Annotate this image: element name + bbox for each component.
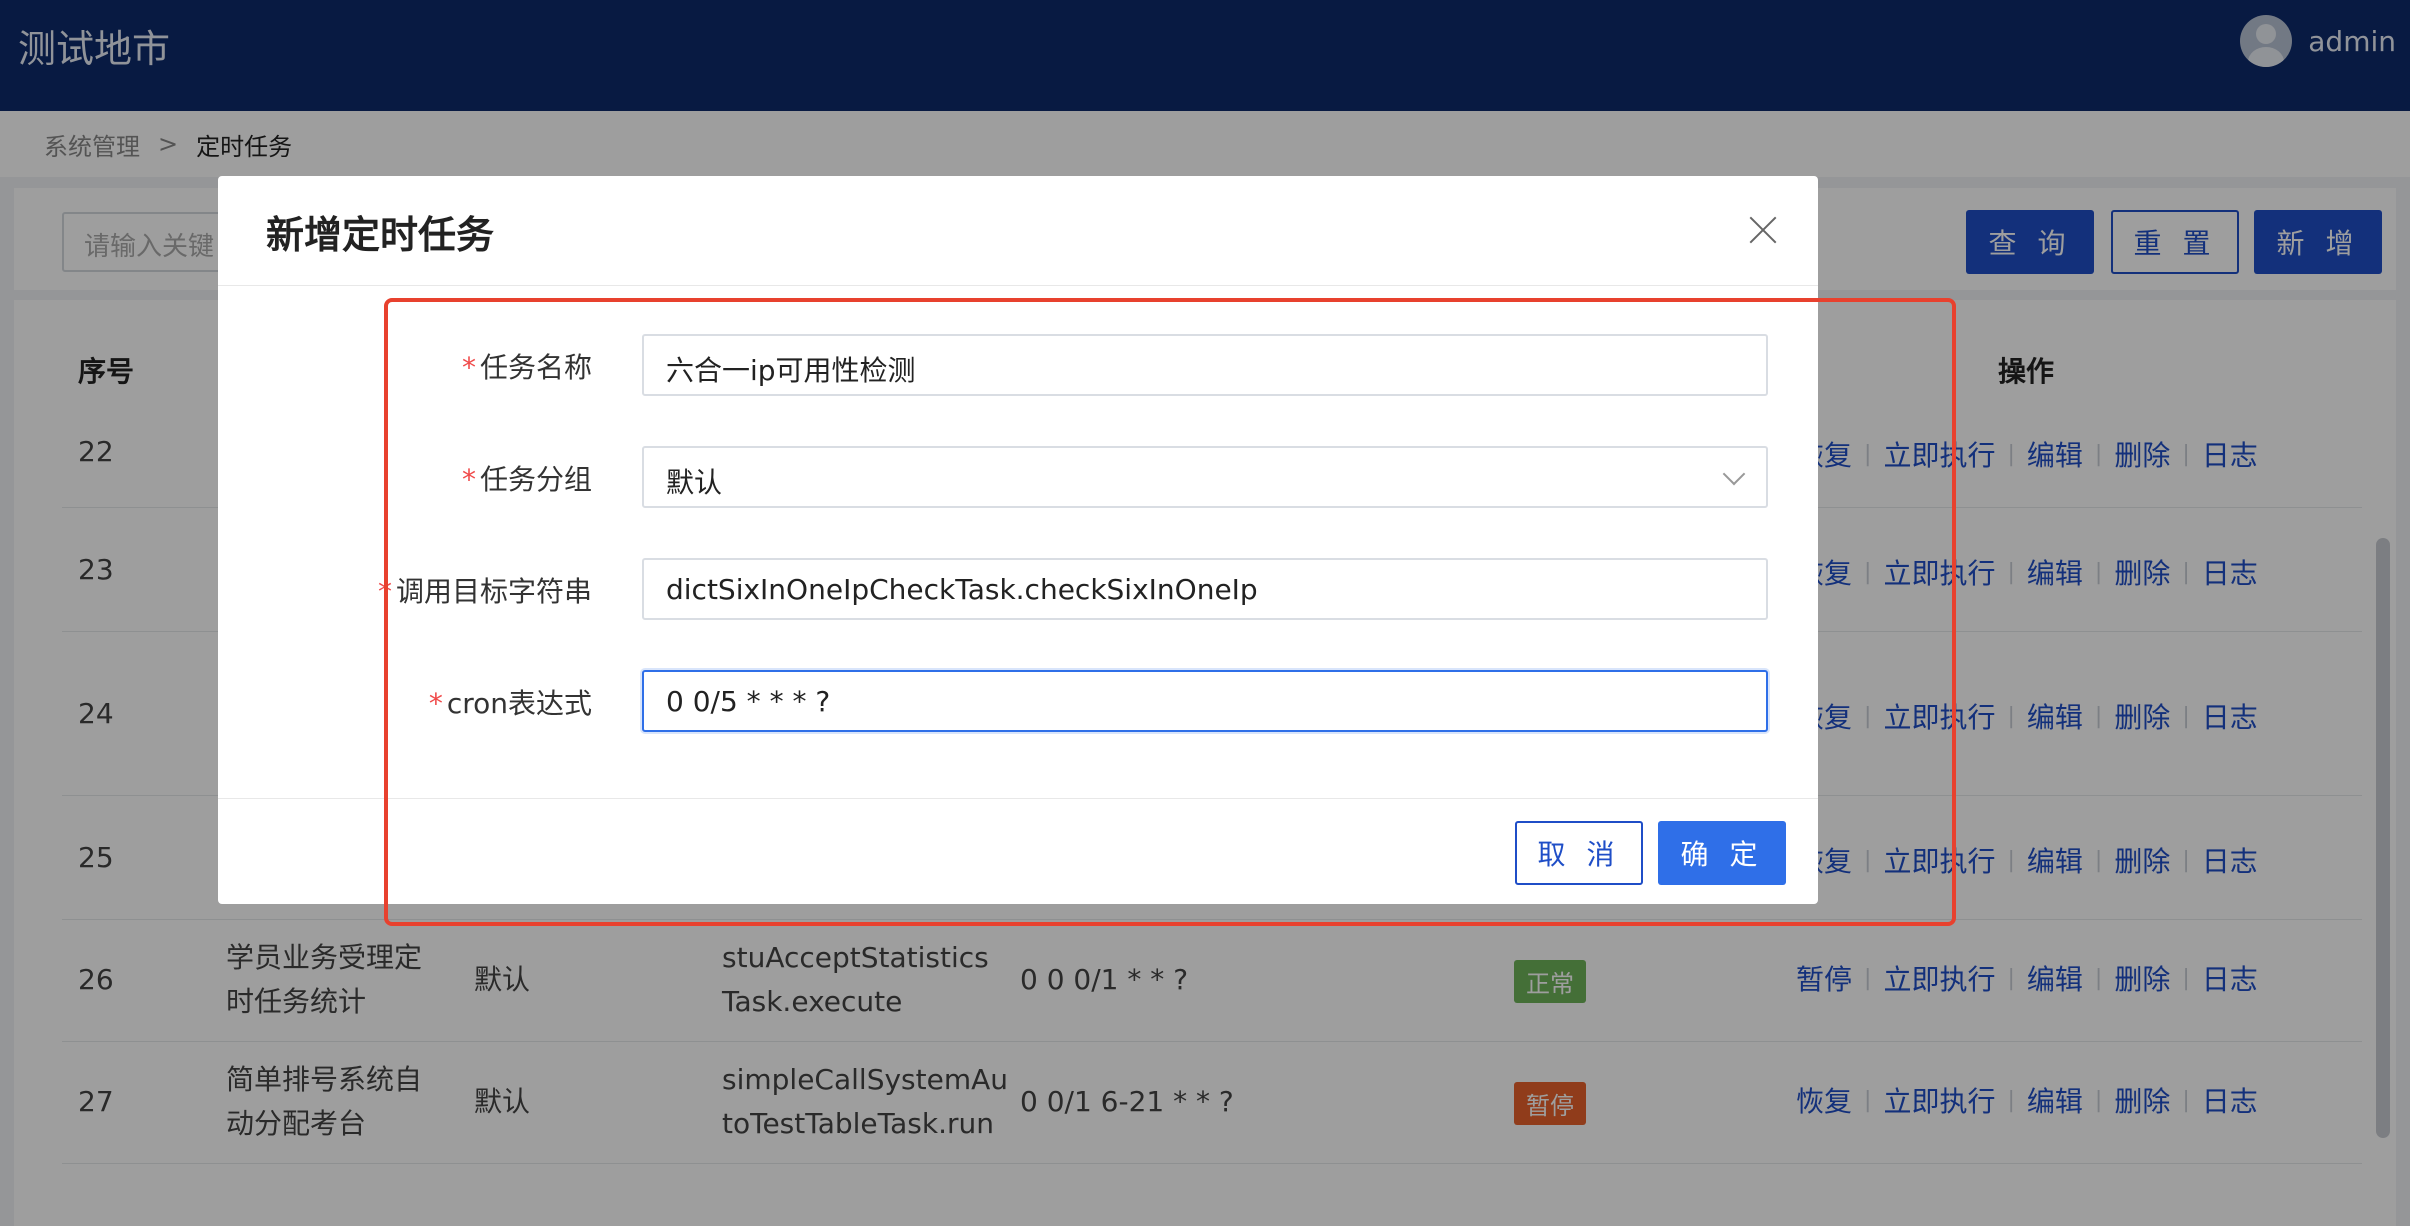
close-icon[interactable] <box>1748 214 1778 244</box>
annotation-highlight-box <box>384 298 1956 926</box>
dialog-title: 新增定时任务 <box>266 213 495 257</box>
dialog-header: 新增定时任务 <box>218 176 1818 286</box>
